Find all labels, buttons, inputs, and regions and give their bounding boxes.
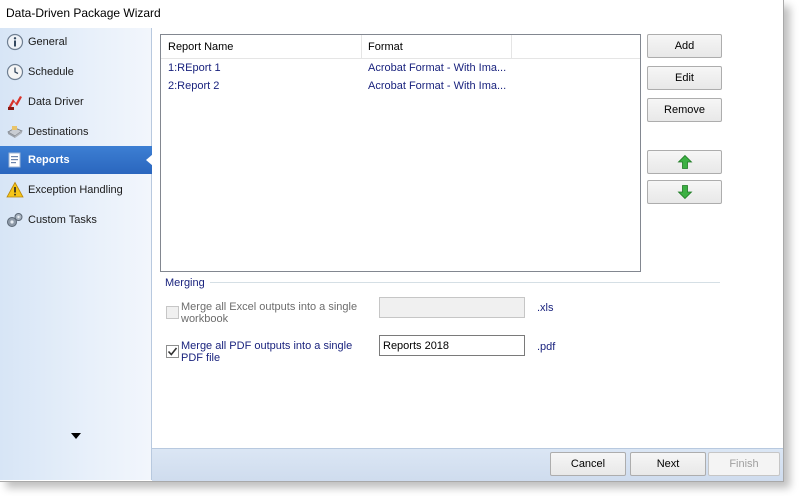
remove-button-label: Remove: [664, 104, 705, 116]
wizard-window: Data-Driven Package Wizard General Sched…: [0, 0, 784, 482]
clock-icon: [6, 63, 24, 81]
next-button[interactable]: Next: [630, 452, 706, 476]
pdf-filename-field[interactable]: [379, 335, 525, 356]
data-driver-icon: [8, 96, 22, 110]
move-down-button[interactable]: [647, 180, 722, 204]
wizard-footer: Cancel Next Finish: [152, 448, 783, 481]
report-name-cell: 2:Report 2: [168, 80, 220, 92]
report-format-cell: Acrobat Format - With Ima...: [368, 62, 507, 74]
sidebar-item-label: Schedule: [28, 66, 74, 78]
arrow-up-icon: [677, 154, 692, 169]
edit-button[interactable]: Edit: [647, 66, 722, 90]
gears-icon: [7, 213, 23, 227]
checkmark-icon: [167, 347, 178, 356]
column-divider[interactable]: [511, 35, 512, 58]
sidebar-item-destinations[interactable]: Destinations: [0, 118, 152, 146]
sidebar-item-data-driver[interactable]: Data Driver: [0, 88, 152, 116]
sidebar-item-label: Exception Handling: [28, 184, 123, 196]
sidebar-item-reports[interactable]: Reports: [0, 146, 153, 174]
column-header-report-name[interactable]: Report Name: [168, 41, 233, 53]
add-button[interactable]: Add: [647, 34, 722, 58]
merging-divider: [210, 282, 720, 283]
sidebar-item-label: Custom Tasks: [28, 214, 97, 226]
excel-filename-field[interactable]: [379, 297, 525, 318]
arrow-down-icon: [677, 185, 692, 200]
warning-icon: [6, 181, 24, 198]
merge-excel-label: Merge all Excel outputs into a single wo…: [181, 301, 358, 325]
finish-button-label: Finish: [729, 458, 759, 470]
report-format-cell: Acrobat Format - With Ima...: [368, 80, 507, 92]
edit-button-label: Edit: [675, 72, 694, 84]
table-row[interactable]: 1:REport 1 Acrobat Format - With Ima...: [161, 60, 640, 78]
title-bar: Data-Driven Package Wizard: [0, 0, 783, 28]
column-header-format[interactable]: Format: [368, 41, 403, 53]
table-row[interactable]: 2:Report 2 Acrobat Format - With Ima...: [161, 78, 640, 96]
sidebar-item-custom-tasks[interactable]: Custom Tasks: [0, 206, 152, 234]
sidebar-scroll-down-icon[interactable]: [71, 433, 81, 439]
sidebar-item-label: Destinations: [28, 126, 89, 138]
pdf-extension: .pdf: [537, 341, 556, 353]
reports-panel: Report Name Format 1:REport 1 Acrobat Fo…: [152, 28, 783, 448]
sidebar-item-label: Data Driver: [28, 96, 84, 108]
finish-button: Finish: [708, 452, 780, 476]
column-divider[interactable]: [361, 35, 362, 58]
window-title: Data-Driven Package Wizard: [6, 6, 161, 20]
cancel-button[interactable]: Cancel: [550, 452, 626, 476]
merge-pdf-checkbox[interactable]: [166, 345, 179, 358]
reports-list-header: Report Name Format: [161, 35, 640, 59]
add-button-label: Add: [674, 40, 695, 52]
move-up-button[interactable]: [647, 150, 722, 174]
sidebar-item-schedule[interactable]: Schedule: [0, 58, 152, 86]
reports-list[interactable]: Report Name Format 1:REport 1 Acrobat Fo…: [160, 34, 641, 272]
next-button-label: Next: [656, 458, 680, 470]
sidebar-item-exception-handling[interactable]: Exception Handling: [0, 176, 152, 204]
cancel-button-label: Cancel: [570, 458, 606, 470]
report-icon: [8, 152, 21, 168]
remove-button[interactable]: Remove: [647, 98, 722, 122]
merging-group-title: Merging: [165, 277, 205, 289]
sidebar-item-general[interactable]: General: [0, 28, 152, 56]
sidebar: General Schedule Data Driver Destination…: [0, 28, 153, 480]
sidebar-item-label: Reports: [28, 154, 70, 166]
merge-excel-checkbox[interactable]: [166, 306, 179, 319]
info-icon: [6, 33, 24, 51]
report-name-cell: 1:REport 1: [168, 62, 221, 74]
excel-extension: .xls: [537, 302, 554, 314]
merge-pdf-label: Merge all PDF outputs into a single PDF …: [181, 340, 353, 364]
printer-icon: [7, 126, 23, 138]
sidebar-item-label: General: [28, 36, 68, 48]
